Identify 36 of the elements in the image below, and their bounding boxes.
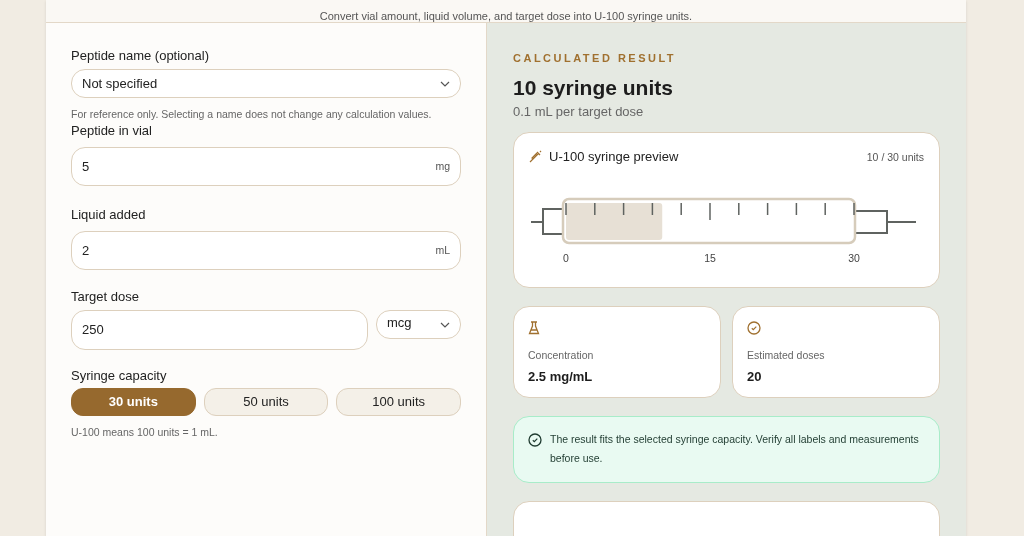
check-circle-icon (528, 433, 542, 447)
input-field[interactable]: 5 mg (71, 147, 461, 186)
unit-text: mL (435, 242, 450, 258)
subtitle-text: Convert vial amount, liquid volume, and target dose into U-100 syringe units. (319, 9, 693, 22)
capacity-option[interactable]: 30 units (71, 388, 196, 416)
units-reading: 10 / 30 units (866, 150, 924, 165)
chevron-down-icon (440, 80, 450, 87)
stat-label: Concentration (528, 348, 595, 363)
field-label: Liquid added (71, 206, 147, 221)
field-label: Syringe capacity (71, 367, 168, 382)
note-text: U-100 means 100 units = 1 mL. (71, 425, 219, 439)
scale-label: 0 (563, 250, 569, 266)
capacity-option[interactable]: 50 units (203, 388, 329, 416)
unit-select[interactable]: mcg (376, 310, 461, 339)
syringe-icon (529, 150, 542, 164)
stat-value: 20 (747, 367, 763, 386)
scale-label: 30 (848, 250, 860, 266)
result-subtitle: 0.1 mL per target dose (513, 103, 645, 118)
alert-text: The result fits the selected syringe capacity. Verify all labels and measurements before use. (550, 432, 919, 466)
field-label: Peptide name (optional) (71, 47, 211, 62)
flask-icon (528, 321, 540, 335)
field-label: Peptide in vial (71, 122, 153, 137)
unit-text: mg (435, 158, 450, 174)
input-field[interactable]: 250 (71, 310, 368, 350)
chevron-down-icon (440, 321, 450, 328)
scale-label: 15 (704, 250, 716, 266)
stat-label: Estimated doses (747, 348, 826, 363)
capacity-option[interactable]: 100 units (336, 388, 461, 416)
input-field[interactable]: 2 mL (71, 231, 461, 270)
check-circle-icon (747, 321, 761, 335)
hint-text: For reference only. Selecting a name does not change any calculation values. (71, 107, 433, 121)
card-title: U-100 syringe preview (549, 148, 679, 166)
section-eyebrow: CALCULATED RESULT (513, 51, 678, 64)
name-select[interactable]: Not specified (71, 69, 461, 98)
field-label: Target dose (71, 288, 140, 303)
stat-value: 2.5 mg/mL (528, 367, 594, 386)
